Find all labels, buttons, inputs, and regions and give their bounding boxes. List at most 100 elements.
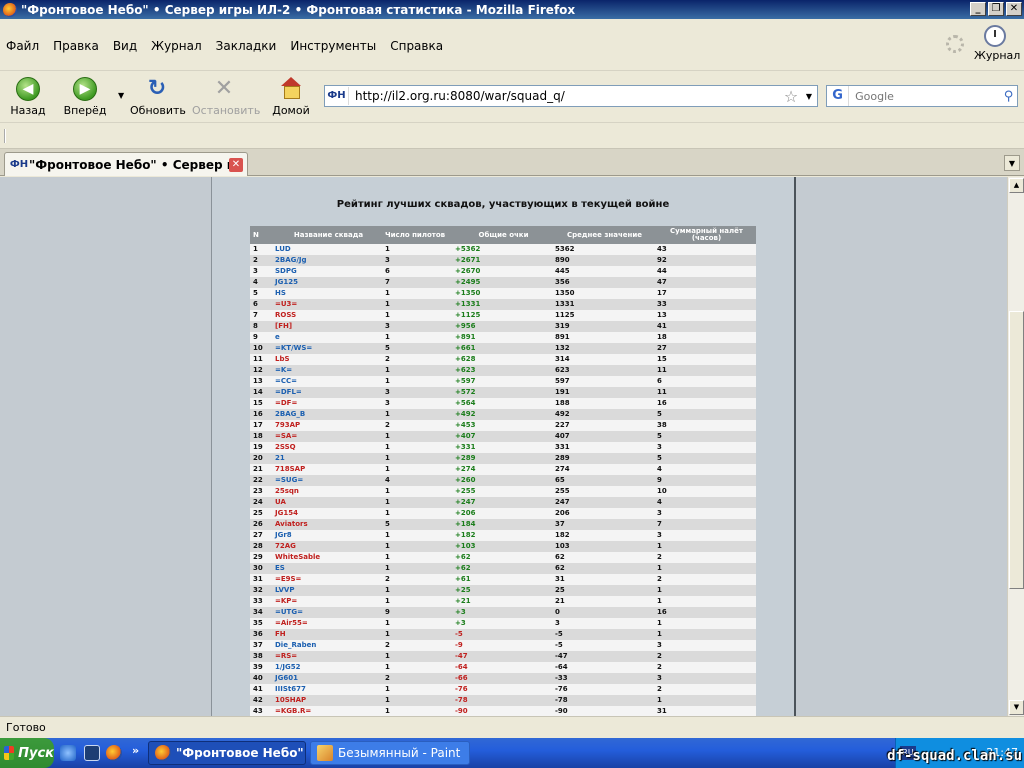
close-window-button[interactable]: ✕: [1006, 2, 1022, 16]
cell-squad[interactable]: =DF=: [272, 398, 382, 409]
address-bar[interactable]: ФН http://il2.org.ru:8080/war/squad_q/ ☆…: [324, 85, 818, 107]
search-bar[interactable]: G ⚲: [826, 85, 1018, 107]
cell-squad[interactable]: =KP=: [272, 596, 382, 607]
home-button[interactable]: Домой: [272, 77, 310, 117]
history-dropdown-icon[interactable]: ▼: [118, 91, 124, 100]
url-input[interactable]: http://il2.org.ru:8080/war/squad_q/: [349, 89, 781, 103]
cell-squad[interactable]: ROSS: [272, 310, 382, 321]
cell-squad[interactable]: =U3=: [272, 299, 382, 310]
cell-squad[interactable]: HS: [272, 288, 382, 299]
cell-squad[interactable]: [FH]: [272, 321, 382, 332]
tab-list-dropdown-icon[interactable]: ▼: [1004, 155, 1020, 171]
cell-squad[interactable]: =CC=: [272, 376, 382, 387]
menu-edit[interactable]: Правка: [53, 39, 99, 53]
menu-file[interactable]: Файл: [6, 39, 39, 53]
quicklaunch-ie-icon[interactable]: [60, 745, 76, 761]
cell-squad[interactable]: 10SHAP: [272, 695, 382, 706]
cell-squad[interactable]: ES: [272, 563, 382, 574]
quicklaunch-firefox-icon[interactable]: [106, 745, 122, 761]
quicklaunch-media-icon[interactable]: [84, 745, 100, 761]
cell-squad[interactable]: =KT/WS=: [272, 343, 382, 354]
tab-active[interactable]: ФН "Фронтовое Небо" • Сервер игр... ✕: [4, 152, 248, 176]
back-button[interactable]: ◀ Назад: [8, 77, 48, 117]
page-title: Рейтинг лучших сквадов, участвующих в те…: [336, 199, 670, 210]
cell-squad[interactable]: =K=: [272, 365, 382, 376]
minimize-button[interactable]: _: [970, 2, 986, 16]
cell-squad[interactable]: LVVP: [272, 585, 382, 596]
cell-squad[interactable]: 25sqn: [272, 486, 382, 497]
maximize-button[interactable]: ❐: [988, 2, 1004, 16]
cell-squad[interactable]: =DFL=: [272, 387, 382, 398]
menu-view[interactable]: Вид: [113, 39, 137, 53]
cell-squad[interactable]: Aviators: [272, 519, 382, 530]
cell-squad[interactable]: JGr8: [272, 530, 382, 541]
cell-squad[interactable]: JG601: [272, 673, 382, 684]
search-engine-icon[interactable]: G: [827, 86, 850, 106]
scroll-up-icon[interactable]: ▲: [1009, 178, 1024, 193]
cell-squad[interactable]: 72AG: [272, 541, 382, 552]
menu-help[interactable]: Справка: [390, 39, 443, 53]
cell-squad[interactable]: 21: [272, 453, 382, 464]
home-label: Домой: [272, 104, 310, 117]
cell-hours: 38: [654, 420, 756, 431]
cell-squad[interactable]: 2BAG_B: [272, 409, 382, 420]
vertical-scrollbar[interactable]: ▲ ▼: [1007, 177, 1024, 716]
cell-squad[interactable]: Die_Raben: [272, 640, 382, 651]
cell-squad[interactable]: 718SAP: [272, 464, 382, 475]
cell-squad[interactable]: UA: [272, 497, 382, 508]
cell-squad[interactable]: =E9S=: [272, 574, 382, 585]
menu-history[interactable]: Журнал: [151, 39, 202, 53]
cell-squad[interactable]: WhiteSable: [272, 552, 382, 563]
table-row: 23 25sqn 1 +255 255 10: [250, 486, 756, 497]
cell-average: 314: [552, 354, 654, 365]
scroll-thumb[interactable]: [1009, 311, 1024, 589]
search-icon[interactable]: ⚲: [1000, 89, 1017, 104]
tab-close-icon[interactable]: ✕: [229, 157, 243, 172]
cell-squad[interactable]: LUD: [272, 244, 382, 255]
cell-squad[interactable]: =SUG=: [272, 475, 382, 486]
menu-tools[interactable]: Инструменты: [290, 39, 376, 53]
forward-button[interactable]: ▶ Вперёд: [62, 77, 108, 117]
reload-button[interactable]: ↻ Обновить: [130, 77, 186, 118]
cell-points: -47: [452, 651, 552, 662]
cell-squad[interactable]: =SA=: [272, 431, 382, 442]
back-arrow-icon: ◀: [16, 77, 40, 101]
cell-squad[interactable]: LbS: [272, 354, 382, 365]
cell-number: 43: [250, 706, 272, 716]
cell-squad[interactable]: JG125: [272, 277, 382, 288]
task-firefox[interactable]: "Фронтовое Небо" • ...: [148, 741, 306, 765]
start-button[interactable]: Пуск: [0, 738, 54, 768]
task-paint[interactable]: Безымянный - Paint: [310, 741, 470, 765]
table-row: 43 =KGB.R= 1 -90 -90 31: [250, 706, 756, 716]
cell-squad[interactable]: 2SSQ: [272, 442, 382, 453]
cell-squad[interactable]: 793AP: [272, 420, 382, 431]
cell-squad[interactable]: =KGB.R=: [272, 706, 382, 716]
history-sidebar-button[interactable]: Журнал: [974, 25, 1020, 62]
table-row: 26 Aviators 5 +184 37 7: [250, 519, 756, 530]
cell-number: 1: [250, 244, 272, 255]
url-dropdown-icon[interactable]: ▼: [801, 92, 817, 101]
cell-squad[interactable]: =RS=: [272, 651, 382, 662]
cell-squad[interactable]: JG154: [272, 508, 382, 519]
cell-squad[interactable]: IIISt677: [272, 684, 382, 695]
stop-button[interactable]: ✕ Остановить: [192, 77, 260, 118]
cell-number: 4: [250, 277, 272, 288]
cell-squad[interactable]: FH: [272, 629, 382, 640]
cell-hours: 16: [654, 398, 756, 409]
cell-squad[interactable]: 2BAG/Jg: [272, 255, 382, 266]
search-input[interactable]: [849, 87, 1001, 105]
cell-squad[interactable]: e: [272, 332, 382, 343]
quicklaunch-more-icon[interactable]: »: [132, 744, 139, 757]
menu-bookmarks[interactable]: Закладки: [216, 39, 277, 53]
cell-squad[interactable]: =Air55=: [272, 618, 382, 629]
cell-squad[interactable]: SDPG: [272, 266, 382, 277]
cell-squad[interactable]: =UTG=: [272, 607, 382, 618]
forward-arrow-icon: ▶: [73, 77, 97, 101]
cell-squad[interactable]: 1/JG52: [272, 662, 382, 673]
forward-label: Вперёд: [63, 104, 107, 117]
cell-points: +2670: [452, 266, 552, 277]
scroll-down-icon[interactable]: ▼: [1009, 700, 1024, 715]
bookmark-star-icon[interactable]: ☆: [781, 87, 801, 106]
table-row: 32 LVVP 1 +25 25 1: [250, 585, 756, 596]
site-favicon-icon[interactable]: ФН: [325, 87, 349, 105]
